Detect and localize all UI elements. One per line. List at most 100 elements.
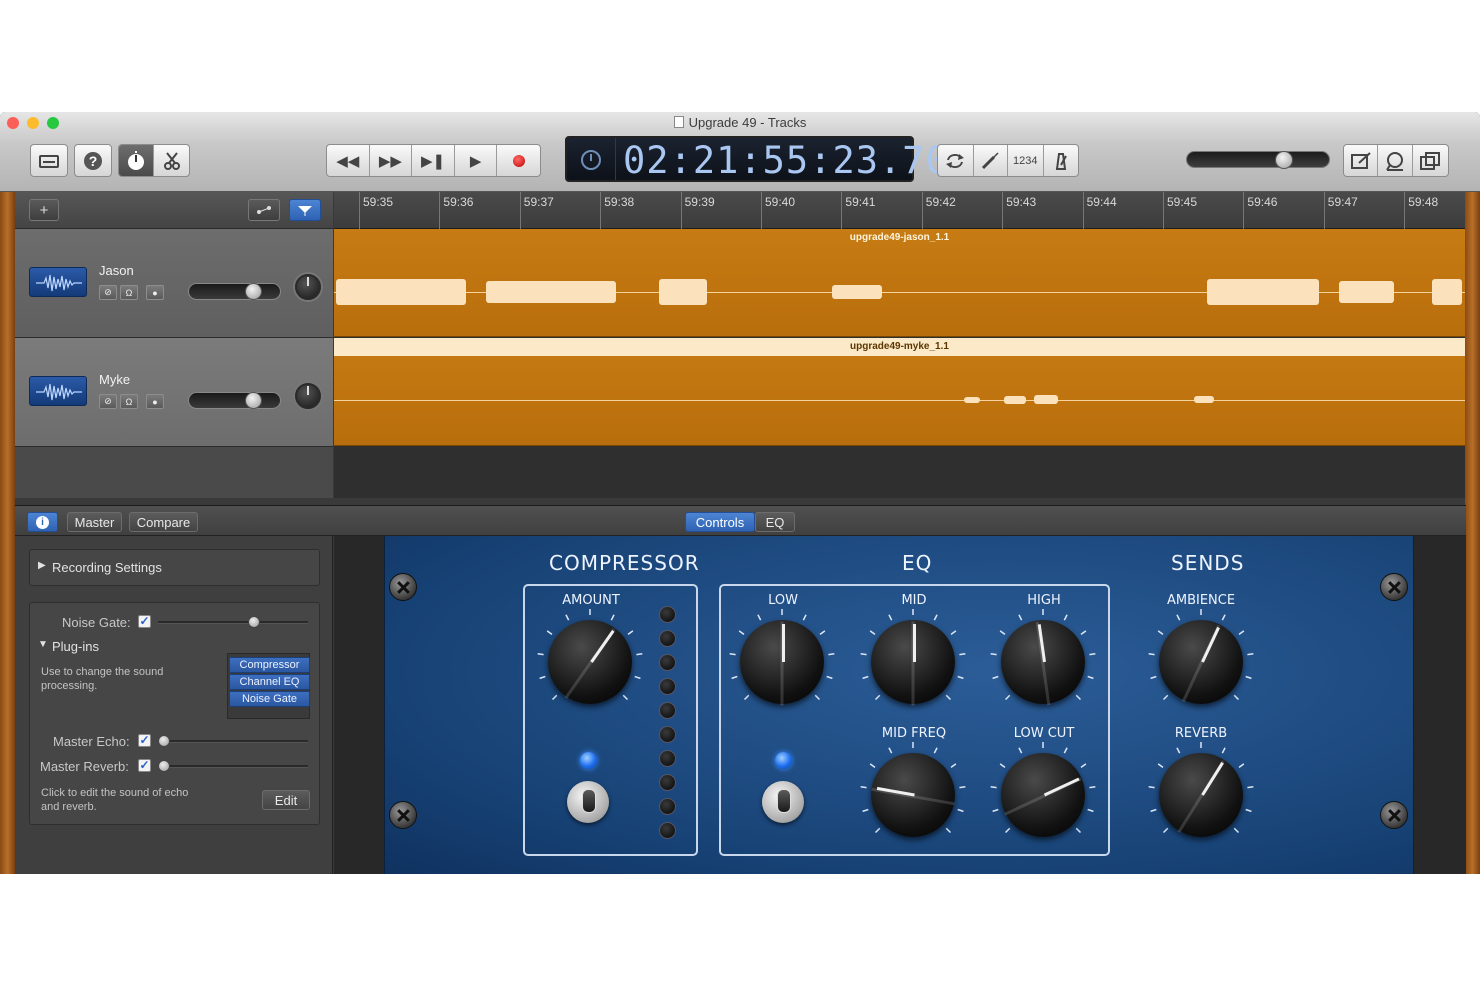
solo-button[interactable]: Ω	[120, 285, 138, 300]
go-to-end-button[interactable]: ▶❚	[412, 145, 455, 176]
audio-region-jason[interactable]: upgrade49-jason_1.1	[334, 229, 1465, 337]
ruler-tick: 59:36	[439, 192, 473, 229]
clock-icon[interactable]	[581, 150, 601, 170]
track-volume-slider[interactable]	[188, 392, 281, 409]
track-volume-thumb[interactable]	[245, 283, 262, 300]
library-button[interactable]	[30, 144, 68, 177]
track-header-jason[interactable]: Jason ⊘ Ω ●	[15, 229, 333, 338]
ruler-tick-label: 59:40	[765, 195, 796, 209]
metronome-button[interactable]	[1044, 145, 1078, 176]
recording-settings-label[interactable]: Recording Settings	[52, 560, 162, 575]
input-monitor-button[interactable]: ●	[146, 394, 164, 409]
reverb-knob[interactable]	[1159, 753, 1243, 837]
info-button[interactable]: i	[27, 512, 58, 532]
play-button[interactable]: ▶	[455, 145, 498, 176]
track-name[interactable]: Myke	[99, 372, 130, 387]
ruler-tick: 59:42	[921, 192, 956, 229]
master-reverb-checkbox[interactable]: ✓	[138, 759, 151, 772]
solo-button[interactable]: Ω	[120, 394, 138, 409]
master-button[interactable]: Master	[67, 512, 122, 532]
tab-eq[interactable]: EQ	[755, 512, 795, 532]
mute-icon: ⊘	[104, 396, 112, 406]
master-reverb-slider[interactable]	[158, 760, 308, 772]
disclosure-right-icon[interactable]: ▶	[38, 560, 46, 571]
notepad-button[interactable]	[1344, 145, 1379, 176]
master-volume-thumb[interactable]	[1275, 151, 1293, 169]
waveform-segment	[1004, 396, 1026, 404]
meter-led	[659, 678, 676, 695]
ruler[interactable]: 59:35 59:36 59:37 59:38 59:39 59:40 59:41 59:42…	[334, 192, 1465, 229]
cycle-button[interactable]	[938, 145, 974, 176]
mute-button[interactable]: ⊘	[99, 394, 117, 409]
record-icon	[512, 154, 525, 167]
knob-tick	[537, 652, 544, 656]
record-button[interactable]	[497, 145, 540, 176]
input-monitor-button[interactable]: ●	[146, 285, 164, 300]
knob-tick	[1233, 694, 1240, 701]
noise-gate-thumb[interactable]	[248, 616, 260, 628]
compressor-toggle-switch[interactable]	[567, 781, 609, 823]
mute-button[interactable]: ⊘	[99, 285, 117, 300]
master-volume-slider[interactable]	[1186, 151, 1330, 169]
automation-button[interactable]	[248, 199, 280, 221]
amount-knob[interactable]	[548, 620, 632, 704]
compressor-title: COMPRESSOR	[549, 551, 700, 575]
low-cut-knob[interactable]	[1001, 753, 1085, 837]
add-track-button[interactable]: +	[29, 199, 59, 221]
track-name[interactable]: Jason	[99, 263, 134, 278]
smart-controls-editors-group	[118, 144, 190, 177]
help-button[interactable]: ?	[74, 144, 112, 177]
knob-indicator	[1201, 626, 1220, 663]
compare-button[interactable]: Compare	[129, 512, 198, 532]
pan-knob[interactable]	[295, 383, 321, 409]
voice-plugin-panel: COMPRESSOR EQ SENDS AMOUNT LOW MID HIGH …	[384, 536, 1414, 874]
mid-knob[interactable]	[871, 620, 955, 706]
tab-controls[interactable]: Controls	[685, 512, 755, 532]
flex-button[interactable]	[289, 199, 321, 221]
tuner-button[interactable]	[974, 145, 1009, 176]
editors-button[interactable]	[154, 145, 189, 176]
recording-settings-box[interactable]: ▶ Recording Settings	[29, 549, 320, 586]
plugin-compressor[interactable]: Compressor	[229, 657, 310, 673]
master-echo-thumb[interactable]	[158, 735, 170, 747]
waveform-segment	[1339, 281, 1394, 303]
disclosure-down-icon[interactable]: ▼	[38, 639, 48, 650]
master-echo-slider[interactable]	[158, 735, 308, 747]
knob-tick	[1157, 763, 1164, 768]
master-echo-checkbox[interactable]: ✓	[138, 734, 151, 747]
smart-controls-button[interactable]	[119, 145, 155, 176]
media-browser-button[interactable]	[1413, 145, 1448, 176]
count-in-button[interactable]: 1234	[1008, 145, 1044, 176]
track-volume-slider[interactable]	[188, 283, 281, 300]
noise-gate-slider[interactable]	[158, 616, 308, 628]
high-knob[interactable]	[1001, 620, 1085, 706]
knob-tick	[874, 827, 881, 834]
edit-button[interactable]: Edit	[262, 790, 310, 810]
screw-icon	[389, 801, 417, 829]
knob-tick	[1148, 785, 1155, 789]
ruler-tick: 59:39	[680, 192, 715, 229]
eq-toggle-switch[interactable]	[762, 781, 804, 823]
plus-icon: +	[39, 201, 49, 219]
master-echo-label: Master Echo:	[53, 734, 130, 749]
plugin-noise-gate[interactable]: Noise Gate	[229, 691, 310, 707]
master-reverb-thumb[interactable]	[158, 760, 170, 772]
track-volume-thumb[interactable]	[245, 392, 262, 409]
empty-track-area[interactable]	[15, 447, 333, 498]
play-icon: ▶	[469, 152, 482, 170]
lcd-display[interactable]: 02:21:55:23.70	[565, 136, 948, 182]
fast-forward-button[interactable]: ▶▶	[370, 145, 413, 176]
ambience-knob[interactable]	[1159, 620, 1243, 704]
audio-region-myke[interactable]: upgrade49-myke_1.1	[334, 338, 1465, 446]
low-knob[interactable]	[740, 620, 824, 706]
track-header-myke[interactable]: Myke ⊘ Ω ●	[15, 338, 333, 447]
editors-icon	[163, 151, 180, 170]
pan-knob[interactable]	[295, 274, 321, 300]
ruler-tick: 59:40	[761, 192, 795, 229]
plugin-channel-eq[interactable]: Channel EQ	[229, 674, 310, 690]
knob-tick	[1247, 785, 1254, 789]
rewind-button[interactable]: ◀◀	[327, 145, 370, 176]
noise-gate-checkbox[interactable]: ✓	[138, 615, 151, 628]
loop-browser-button[interactable]	[1378, 145, 1413, 176]
mid-freq-knob[interactable]	[871, 753, 955, 837]
